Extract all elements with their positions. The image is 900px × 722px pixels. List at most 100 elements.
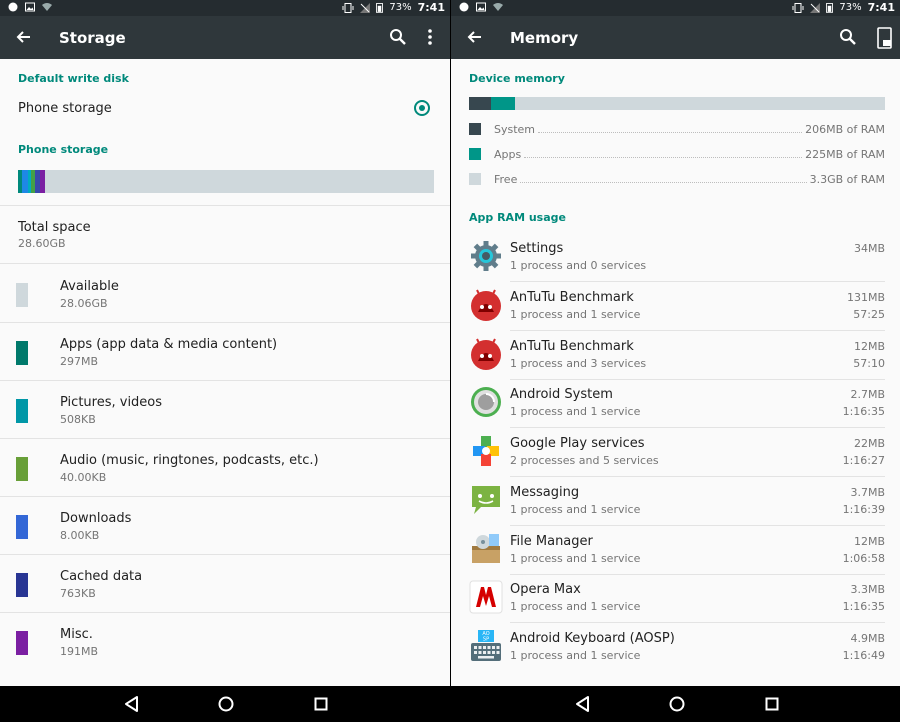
- phone-storage-radio[interactable]: [414, 100, 430, 116]
- app-ram-size: 22MB: [853, 437, 885, 450]
- toolbar: Memory: [451, 16, 900, 59]
- app-ram-row[interactable]: File Manager 1 process and 1 service 12MB 1…: [451, 526, 900, 575]
- category-name: Downloads: [60, 511, 132, 526]
- search-icon[interactable]: [838, 27, 858, 47]
- category-color-swatch: [16, 515, 28, 539]
- app-ram-row[interactable]: AO SP Android Keyboard (AOSP) 1 process and…: [451, 623, 900, 672]
- total-space-value: 28.60GB: [18, 237, 66, 250]
- app-ram-size: 3.3MB: [850, 583, 885, 596]
- app-ram-size: 2.7MB: [850, 388, 885, 401]
- category-name: Misc.: [60, 627, 93, 642]
- vibrate-icon: [792, 2, 804, 13]
- battery-icon: [826, 3, 834, 13]
- category-name: Cached data: [60, 569, 143, 584]
- device-memory-header: Device memory: [469, 72, 565, 85]
- divider: [0, 263, 450, 264]
- storage-category-row[interactable]: Downloads 8.00KB: [0, 497, 450, 555]
- category-color-swatch: [16, 573, 28, 597]
- total-space-row[interactable]: Total space 28.60GB: [0, 207, 450, 263]
- app-ram-size: 34MB: [853, 242, 885, 255]
- app-run-time: 1:16:27: [842, 454, 885, 467]
- app-name: Google Play services: [510, 436, 645, 451]
- app-process-info: 1 process and 1 service: [510, 405, 641, 418]
- battery-percent: 73%: [839, 2, 862, 13]
- app-process-info: 1 process and 0 services: [510, 259, 647, 272]
- no-signal-icon: [360, 2, 371, 13]
- app-ram-row[interactable]: AnTuTu Benchmark 1 process and 1 service 1…: [451, 282, 900, 331]
- app-process-info: 1 process and 1 service: [510, 600, 641, 613]
- app-ram-size: 3.7MB: [850, 486, 885, 499]
- app-ram-row[interactable]: Settings 1 process and 0 services 34MB: [451, 233, 900, 282]
- app-ram-row[interactable]: AnTuTu Benchmark 1 process and 3 services…: [451, 331, 900, 380]
- app-run-time: 57:25: [853, 308, 885, 321]
- device-memory-icon[interactable]: [876, 27, 894, 49]
- app-ram-row[interactable]: Messaging 1 process and 1 service 3.7MB 1:1…: [451, 477, 900, 526]
- legend-leader-dots: [524, 150, 803, 158]
- google-play-services-icon: [469, 434, 503, 468]
- app-name: Android System: [510, 387, 613, 402]
- navigation-bar: [451, 686, 900, 722]
- divider: [0, 205, 450, 206]
- storage-category-row[interactable]: Available 28.06GB: [0, 265, 450, 323]
- storage-category-row[interactable]: Pictures, videos 508KB: [0, 381, 450, 439]
- home-circle-icon[interactable]: [667, 694, 687, 714]
- memory-legend-row: Apps 225MB of RAM: [469, 146, 885, 162]
- navigation-bar: [0, 686, 450, 722]
- back-arrow-icon[interactable]: [465, 27, 485, 47]
- app-run-time: 57:10: [853, 357, 885, 370]
- app-ram-size: 12MB: [853, 535, 885, 548]
- category-size: 508KB: [60, 413, 96, 426]
- messaging-icon: [469, 483, 503, 517]
- battery-icon: [376, 3, 384, 13]
- legend-color-swatch: [469, 148, 481, 160]
- category-name: Pictures, videos: [60, 395, 163, 410]
- recents-square-icon[interactable]: [311, 694, 331, 714]
- app-ram-row[interactable]: Google Play services 2 processes and 5 se…: [451, 428, 900, 477]
- app-ram-row[interactable]: Opera Max 1 process and 1 service 3.3MB 1:1…: [451, 574, 900, 623]
- app-name: Settings: [510, 241, 564, 256]
- status-bar: 73% 7:41: [451, 0, 900, 16]
- settings-gear-icon: [469, 239, 503, 273]
- storage-category-row[interactable]: Audio (music, ringtones, podcasts, etc.)…: [0, 439, 450, 497]
- no-signal-icon: [810, 2, 821, 13]
- total-space-label: Total space: [18, 220, 91, 235]
- phone-storage-option[interactable]: Phone storage: [0, 89, 450, 127]
- category-size: 28.06GB: [60, 297, 108, 310]
- home-circle-icon[interactable]: [216, 694, 236, 714]
- keyboard-icon: AO SP: [469, 629, 503, 663]
- phone-storage-option-label: Phone storage: [18, 101, 112, 116]
- memory-screen: 73% 7:41 Memory Device memory System 206M…: [451, 0, 900, 722]
- storage-category-row[interactable]: Cached data 763KB: [0, 555, 450, 613]
- back-triangle-icon[interactable]: [573, 694, 593, 714]
- legend-leader-dots: [520, 175, 807, 183]
- memory-usage-bar: [469, 97, 885, 110]
- storage-category-row[interactable]: Misc. 191MB: [0, 613, 450, 671]
- legend-label: Free: [494, 172, 518, 186]
- page-title: Memory: [510, 29, 579, 47]
- category-color-swatch: [16, 399, 28, 423]
- legend-color-swatch: [469, 173, 481, 185]
- memory-bar-apps-segment: [490, 97, 515, 110]
- android-system-icon: [469, 385, 503, 419]
- app-name: Android Keyboard (AOSP): [510, 631, 675, 646]
- category-color-swatch: [16, 457, 28, 481]
- search-icon[interactable]: [388, 27, 408, 47]
- back-triangle-icon[interactable]: [122, 694, 142, 714]
- page-title: Storage: [59, 29, 126, 47]
- category-name: Audio (music, ringtones, podcasts, etc.): [60, 453, 319, 468]
- status-bar: 73% 7:41: [0, 0, 450, 16]
- overflow-menu-icon[interactable]: [420, 27, 440, 47]
- back-arrow-icon[interactable]: [14, 27, 34, 47]
- app-ram-size: 131MB: [846, 291, 885, 304]
- storage-category-row[interactable]: Apps (app data & media content) 297MB: [0, 323, 450, 381]
- app-run-time: 1:16:35: [842, 600, 885, 613]
- category-size: 191MB: [60, 645, 99, 658]
- storage-content: Default write disk Phone storage Phone s…: [0, 59, 450, 686]
- legend-value: 225MB of RAM: [805, 147, 885, 161]
- app-process-info: 2 processes and 5 services: [510, 454, 659, 467]
- notification-circle-icon: [459, 2, 469, 12]
- app-name: AnTuTu Benchmark: [510, 339, 634, 354]
- recents-square-icon[interactable]: [762, 694, 782, 714]
- app-ram-row[interactable]: Android System 1 process and 1 service 2.7…: [451, 379, 900, 428]
- category-color-swatch: [16, 283, 28, 307]
